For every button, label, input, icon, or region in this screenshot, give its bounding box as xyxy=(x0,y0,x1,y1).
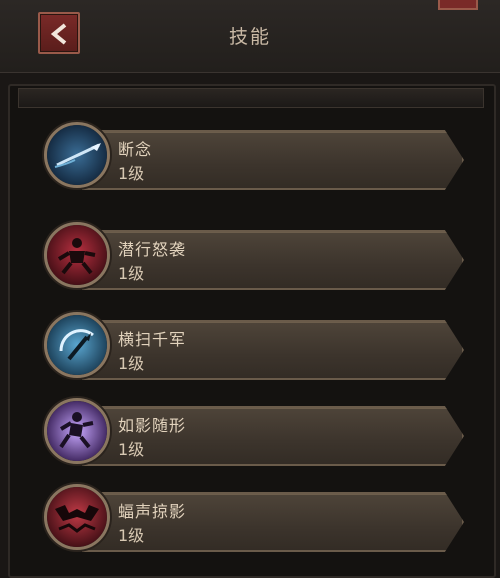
ninja-icon xyxy=(44,222,110,288)
skill-level: 1级 xyxy=(118,354,145,373)
skill-item[interactable]: 蝠声掠影 1级 xyxy=(44,484,464,554)
skill-name: 潜行怒袭 xyxy=(118,240,187,259)
skill-level: 1级 xyxy=(118,164,145,183)
corner-button[interactable] xyxy=(438,0,478,10)
page-title: 技能 xyxy=(228,26,271,48)
skill-level: 1级 xyxy=(118,440,145,459)
header-bar: 技能 xyxy=(0,0,500,73)
skill-name: 断念 xyxy=(118,140,153,159)
skill-item[interactable]: 如影随形 1级 xyxy=(44,398,464,468)
shadow-runner-icon xyxy=(44,398,110,464)
skill-name: 如影随形 xyxy=(118,416,187,435)
dagger-icon xyxy=(44,122,110,188)
skill-level: 1级 xyxy=(118,526,145,545)
panel-top-trim xyxy=(18,88,484,108)
skill-level: 1级 xyxy=(118,264,145,283)
skill-name: 横扫千军 xyxy=(118,330,187,349)
bat-icon xyxy=(44,484,110,550)
skill-item[interactable]: 断念 1级 xyxy=(44,122,464,192)
skill-item[interactable]: 横扫千军 1级 xyxy=(44,312,464,382)
skill-name: 蝠声掠影 xyxy=(118,502,187,521)
slash-icon xyxy=(44,312,110,378)
skill-item[interactable]: 潜行怒袭 1级 xyxy=(44,222,464,292)
